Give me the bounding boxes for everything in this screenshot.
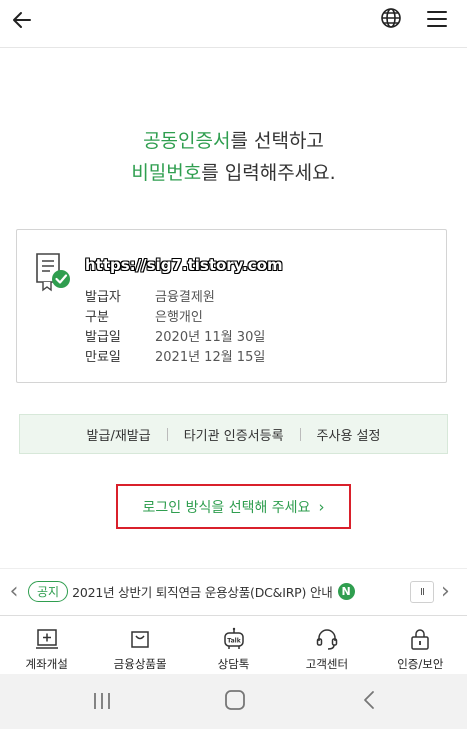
system-navigation-bar (0, 674, 467, 729)
instruction-line-2-rest: 를 입력해주세요. (201, 162, 336, 184)
chat-bot-icon: Talk (223, 627, 244, 649)
certificate-check-icon (36, 253, 70, 292)
nav-customer-center[interactable]: 고객센터 (280, 616, 373, 674)
cert-value: 2021년 12월 15일 (155, 350, 266, 365)
other-institution-register-button[interactable]: 타기관 인증서등록 (168, 425, 300, 444)
notice-next-button[interactable]: › (441, 579, 450, 604)
lock-icon (411, 629, 430, 650)
cert-label: 발급자 (85, 290, 121, 305)
main-use-setting-button[interactable]: 주사용 설정 (301, 425, 397, 444)
select-login-method-button[interactable]: 로그인 방식을 선택해 주세요 › (116, 484, 351, 529)
svg-text:Talk: Talk (227, 638, 241, 645)
cert-label: 만료일 (85, 350, 121, 365)
nav-label: 상담톡 (217, 657, 250, 671)
arrow-left-icon[interactable] (6, 4, 38, 36)
nav-label: 계좌개설 (25, 657, 68, 671)
cert-value: 은행개인 (155, 310, 203, 325)
recent-apps-icon[interactable] (92, 692, 112, 710)
app-header (0, 0, 467, 48)
issue-reissue-button[interactable]: 발급/재발급 (71, 425, 167, 444)
bottom-navigation: 계좌개설 금융상품몰 Talk 상담톡 고객센터 인증/보안 (0, 615, 467, 674)
cert-value: 2020년 11월 30일 (155, 330, 266, 345)
notice-pause-button[interactable]: II (410, 581, 434, 603)
certificate-card[interactable]: https://sig7.tistory.com 발급자 금융결제원 구분 은행… (16, 229, 447, 383)
cert-row-issuer: 발급자 금융결제원 (85, 288, 265, 308)
home-icon[interactable] (224, 689, 246, 711)
login-method-label: 로그인 방식을 선택해 주세요 (142, 499, 311, 516)
cert-value: 금융결제원 (155, 290, 215, 305)
instruction-line-2: 비밀번호를 입력해주세요. (0, 157, 467, 189)
certificate-action-bar: 발급/재발급 타기관 인증서등록 주사용 설정 (19, 414, 448, 454)
globe-icon[interactable] (378, 5, 404, 31)
cert-row-expiry-date: 만료일 2021년 12월 15일 (85, 348, 265, 368)
cert-label: 구분 (85, 310, 109, 325)
nav-consult-talk[interactable]: Talk 상담톡 (187, 616, 280, 674)
back-icon[interactable] (360, 690, 378, 710)
nav-label: 인증/보안 (397, 657, 444, 671)
instruction-text: 공동인증서를 선택하고 비밀번호를 입력해주세요. (0, 125, 467, 189)
hamburger-menu-icon[interactable] (424, 6, 450, 32)
cert-row-issue-date: 발급일 2020년 11월 30일 (85, 328, 265, 348)
instruction-highlight-cert: 공동인증서 (143, 130, 231, 152)
nav-label: 금융상품몰 (113, 657, 167, 671)
account-open-icon (35, 629, 58, 649)
instruction-line-1: 공동인증서를 선택하고 (0, 125, 467, 157)
shopping-bag-icon (131, 631, 149, 648)
notice-prev-button[interactable]: ‹ (0, 580, 28, 603)
nav-label: 고객센터 (305, 657, 349, 671)
headset-icon (316, 629, 338, 650)
nav-account-open[interactable]: 계좌개설 (0, 616, 93, 674)
notice-badge: 공지 (28, 581, 69, 602)
instruction-highlight-password: 비밀번호 (131, 162, 202, 184)
certificate-details: 발급자 금융결제원 구분 은행개인 발급일 2020년 11월 30일 만료일 … (85, 288, 265, 368)
new-badge-icon: N (337, 583, 355, 600)
chevron-right-icon: › (318, 497, 325, 516)
nav-product-mall[interactable]: 금융상품몰 (93, 616, 186, 674)
notice-text-link[interactable]: 2021년 상반기 퇴직연금 운용상품(DC&IRP) 안내 (72, 582, 333, 601)
cert-row-type: 구분 은행개인 (85, 308, 265, 328)
certificate-name: https://sig7.tistory.com (85, 256, 283, 274)
nav-auth-security[interactable]: 인증/보안 (374, 616, 467, 674)
instruction-line-1-rest: 를 선택하고 (230, 130, 324, 152)
cert-label: 발급일 (85, 330, 121, 345)
notice-bar: ‹ 공지 2021년 상반기 퇴직연금 운용상품(DC&IRP) 안내 N II… (0, 568, 467, 614)
